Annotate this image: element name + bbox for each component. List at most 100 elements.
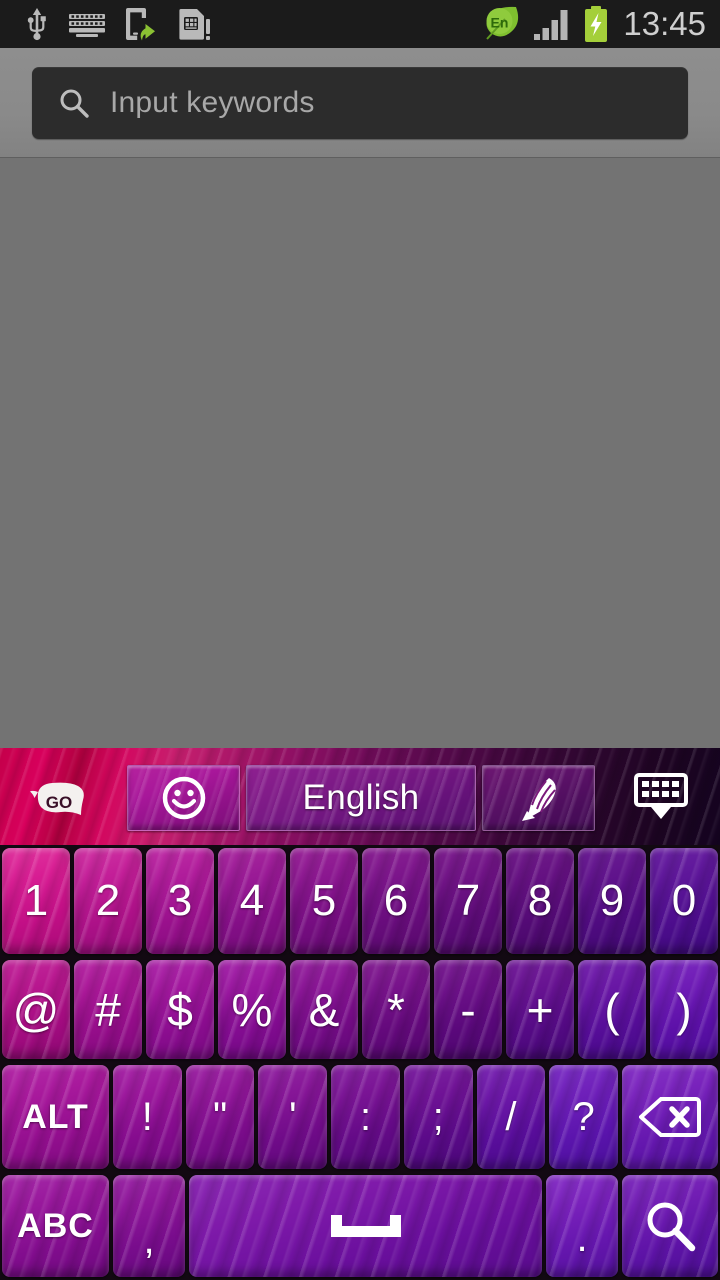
symbol-row-1: @ # $ % & * - + ( ): [0, 957, 720, 1062]
key-label: :: [359, 1095, 372, 1139]
key-label: 1: [23, 876, 49, 925]
key-semicolon[interactable]: ;: [403, 1065, 473, 1169]
keyboard-icon: [68, 10, 106, 38]
key-label: 7: [455, 876, 481, 925]
key-2[interactable]: 2: [74, 848, 142, 954]
key-label: &: [308, 983, 340, 1036]
key-search-enter[interactable]: [622, 1175, 718, 1277]
key-slash[interactable]: /: [476, 1065, 546, 1169]
status-clock: 13:45: [623, 4, 706, 42]
key-question[interactable]: ?: [549, 1065, 619, 1169]
key-label: 3: [167, 876, 193, 925]
key-label: ': [288, 1095, 297, 1139]
language-button[interactable]: English: [246, 765, 476, 831]
signal-bars-icon: [533, 7, 573, 41]
status-bar: En 13:45: [0, 0, 720, 48]
key-label: 0: [671, 876, 697, 925]
key-label: !: [141, 1095, 153, 1139]
key-label: 9: [599, 876, 625, 925]
key-label: #: [95, 983, 121, 1036]
search-icon: [58, 87, 90, 119]
sim-card-alert-icon: [178, 6, 212, 42]
key-colon[interactable]: :: [331, 1065, 400, 1169]
key-label: 6: [383, 876, 409, 925]
space-icon: [329, 1211, 403, 1241]
key-0[interactable]: 0: [650, 848, 718, 954]
key-label: 2: [95, 876, 121, 925]
usb-icon: [24, 7, 50, 41]
key-label: 4: [239, 876, 265, 925]
key-7[interactable]: 7: [434, 848, 502, 954]
battery-charging-icon: [583, 5, 609, 43]
key-period[interactable]: .: [546, 1175, 618, 1277]
key-backspace[interactable]: [622, 1065, 719, 1169]
key-alt[interactable]: ALT: [2, 1065, 109, 1169]
key-dollar[interactable]: $: [146, 960, 214, 1059]
key-label: ABC: [17, 1206, 94, 1245]
key-label: @: [12, 983, 60, 1036]
hide-keyboard-button[interactable]: [633, 773, 689, 823]
key-1[interactable]: 1: [2, 848, 70, 954]
language-badge-text: En: [491, 15, 509, 31]
key-label: -: [460, 983, 476, 1036]
key-plus[interactable]: +: [506, 960, 574, 1059]
language-en-icon: En: [479, 3, 523, 45]
key-abc[interactable]: ABC: [2, 1175, 109, 1277]
go-logo-text: GO: [46, 793, 72, 812]
search-header: Input keywords: [0, 48, 720, 158]
key-space[interactable]: [189, 1175, 542, 1277]
key-4[interactable]: 4: [218, 848, 286, 954]
key-paren-open[interactable]: (: [578, 960, 646, 1059]
key-label: ): [676, 983, 692, 1036]
key-asterisk[interactable]: *: [362, 960, 430, 1059]
key-5[interactable]: 5: [290, 848, 358, 954]
key-label: .: [576, 1216, 588, 1260]
key-6[interactable]: 6: [362, 848, 430, 954]
key-8[interactable]: 8: [506, 848, 574, 954]
key-3[interactable]: 3: [146, 848, 214, 954]
handwriting-button[interactable]: [482, 765, 595, 831]
smiley-icon: [160, 774, 208, 822]
bottom-row: ABC , .: [0, 1172, 720, 1280]
keyboard-down-icon: [634, 773, 688, 823]
keyboard-toolbar: GO English: [0, 748, 720, 845]
key-label: 5: [311, 876, 337, 925]
key-minus[interactable]: -: [434, 960, 502, 1059]
key-ampersand[interactable]: &: [290, 960, 358, 1059]
key-label: ,: [143, 1218, 155, 1262]
symbol-row-2: ALT ! " ' : ; / ?: [0, 1062, 720, 1172]
key-label: %: [231, 983, 273, 1036]
key-hash[interactable]: #: [74, 960, 142, 1059]
content-area: [0, 158, 720, 748]
key-9[interactable]: 9: [578, 848, 646, 954]
key-label: 8: [527, 876, 553, 925]
key-quote-double[interactable]: ": [185, 1065, 255, 1169]
phone-transfer-icon: [124, 6, 160, 42]
key-label: $: [167, 983, 193, 1036]
key-label: ?: [572, 1095, 595, 1139]
emoji-button[interactable]: [127, 765, 240, 831]
backspace-icon: [639, 1095, 702, 1139]
phone-screen: En 1 3: 45 Input keywords GO English 1 2 3…: [0, 0, 720, 1280]
key-exclamation[interactable]: !: [113, 1065, 182, 1169]
key-quote-single[interactable]: ': [258, 1065, 328, 1169]
key-label: ;: [432, 1095, 444, 1139]
key-label: *: [387, 983, 405, 1036]
key-label: /: [505, 1095, 517, 1139]
key-paren-close[interactable]: ): [650, 960, 718, 1059]
key-label: ": [212, 1095, 228, 1139]
go-keyboard-logo[interactable]: GO: [28, 781, 96, 821]
key-label: ALT: [22, 1097, 89, 1136]
pen-icon: [516, 774, 562, 822]
key-label: (: [604, 983, 620, 1036]
key-at[interactable]: @: [2, 960, 70, 1059]
key-comma[interactable]: ,: [113, 1175, 185, 1277]
language-button-label: English: [302, 778, 420, 817]
number-row: 1 2 3 4 5 6 7 8 9 0: [0, 845, 720, 957]
key-label: +: [526, 983, 554, 1036]
key-percent[interactable]: %: [218, 960, 286, 1059]
search-field[interactable]: Input keywords: [32, 67, 688, 139]
go-keyboard: GO English 1 2 3 4 5 6 7 8 9 0 @ # $ % &…: [0, 748, 720, 1280]
search-icon: [642, 1198, 698, 1254]
status-bar-left-icons: [0, 6, 212, 42]
